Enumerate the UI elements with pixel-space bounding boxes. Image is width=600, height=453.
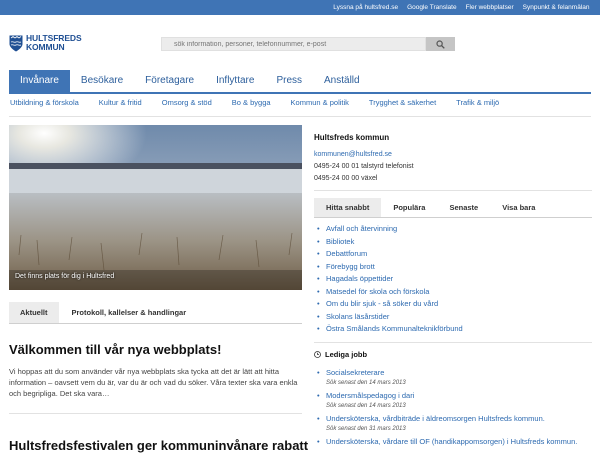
top-link-more-sites[interactable]: Fler webbplatser bbox=[461, 0, 518, 15]
tab-hitta-snabbt[interactable]: Hitta snabbt bbox=[314, 198, 382, 217]
list-item[interactable]: Östra Smålands Kommunalteknikförbund bbox=[314, 323, 592, 336]
job-item[interactable]: Socialsekreterare Sök senast den 14 mars … bbox=[314, 367, 596, 389]
contact-phone-1: 0495-24 00 01 talstyrd telefonist bbox=[314, 163, 414, 170]
job-name[interactable]: Undersköterska, vårdbiträde i äldreomsor… bbox=[326, 414, 545, 423]
logo[interactable]: HULTSFREDS KOMMUN bbox=[9, 34, 82, 52]
job-name[interactable]: Undersköterska, vårdare till OF (handika… bbox=[326, 437, 577, 446]
job-deadline: Sök senast den 14 mars 2013 bbox=[326, 380, 406, 386]
top-bar: Lyssna på hultsfred.se Google Translate … bbox=[0, 0, 600, 15]
nav-inflyttare[interactable]: Inflyttare bbox=[205, 70, 265, 92]
subnav-kommun[interactable]: Kommun & politik bbox=[291, 97, 349, 109]
list-item[interactable]: Debattforum bbox=[314, 248, 592, 261]
jobs-heading: Lediga jobb bbox=[314, 350, 367, 359]
top-link-feedback[interactable]: Synpunkt & felanmälan bbox=[518, 0, 594, 15]
job-deadline: Sök senast den 14 mars 2013 bbox=[326, 403, 406, 409]
search-input[interactable] bbox=[161, 37, 426, 51]
top-link-translate[interactable]: Google Translate bbox=[403, 0, 462, 15]
news-title-2[interactable]: Hultsfredsfestivalen ger kommuninvånare … bbox=[9, 438, 308, 453]
subnav-trygghet[interactable]: Trygghet & säkerhet bbox=[369, 97, 436, 109]
subnav-omsorg[interactable]: Omsorg & stöd bbox=[162, 97, 212, 109]
quick-tabs: Hitta snabbt Populära Senaste Visa bara bbox=[314, 198, 592, 218]
jobs-title: Lediga jobb bbox=[325, 350, 368, 359]
job-name[interactable]: Modersmålspedagog i dari bbox=[326, 391, 414, 400]
list-item[interactable]: Hagadals öppettider bbox=[314, 273, 592, 286]
top-links: Lyssna på hultsfred.se Google Translate … bbox=[329, 0, 594, 15]
subnav-bo[interactable]: Bo & bygga bbox=[232, 97, 271, 109]
clock-icon bbox=[314, 351, 321, 358]
news-title-1[interactable]: Välkommen till vår nya webbplats! bbox=[9, 342, 221, 357]
nav-invanare[interactable]: Invånare bbox=[9, 70, 70, 92]
subnav-utbildning[interactable]: Utbildning & förskola bbox=[10, 97, 79, 109]
search-icon bbox=[436, 39, 445, 49]
list-item[interactable]: Skolans läsårstider bbox=[314, 311, 592, 324]
nav-foretagare[interactable]: Företagare bbox=[134, 70, 205, 92]
job-name[interactable]: Socialsekreterare bbox=[326, 368, 384, 377]
quick-links: Avfall och återvinning Bibliotek Debattf… bbox=[314, 223, 592, 336]
list-item[interactable]: Om du blir sjuk - så söker du vård bbox=[314, 298, 592, 311]
tab-protokoll[interactable]: Protokoll, kallelser & handlingar bbox=[59, 302, 198, 323]
list-item[interactable]: Avfall och återvinning bbox=[314, 223, 592, 236]
quick-divider bbox=[314, 342, 592, 343]
contact-phone-2: 0495-24 00 00 växel bbox=[314, 175, 378, 182]
job-deadline: Sök senast den 31 mars 2013 bbox=[326, 426, 406, 432]
top-link-listen[interactable]: Lyssna på hultsfred.se bbox=[329, 0, 403, 15]
tab-aktuellt[interactable]: Aktuellt bbox=[9, 302, 59, 323]
subnav-divider bbox=[9, 116, 591, 117]
coat-of-arms-icon bbox=[9, 35, 23, 51]
list-item[interactable]: Matsedel för skola och förskola bbox=[314, 286, 592, 299]
main-nav: Invånare Besökare Företagare Inflyttare … bbox=[9, 70, 371, 92]
list-item[interactable]: Bibliotek bbox=[314, 236, 592, 249]
tab-visa-bara[interactable]: Visa bara bbox=[490, 198, 547, 217]
jobs-list: Socialsekreterare Sök senast den 14 mars … bbox=[314, 367, 596, 447]
subnav-trafik[interactable]: Trafik & miljö bbox=[456, 97, 499, 109]
news-text-1: Vi hoppas att du som använder vår nya we… bbox=[9, 367, 298, 398]
hero-caption: Det finns plats för dig i Hultsfred bbox=[15, 273, 115, 280]
search-button[interactable] bbox=[426, 37, 455, 51]
contact-divider bbox=[314, 190, 592, 191]
news-divider bbox=[9, 413, 302, 414]
job-item[interactable]: Undersköterska, vårdbiträde i äldreomsor… bbox=[314, 413, 596, 435]
logo-line-2: KOMMUN bbox=[26, 42, 65, 52]
sub-nav: Utbildning & förskola Kultur & fritid Om… bbox=[10, 97, 519, 109]
nav-besokare[interactable]: Besökare bbox=[70, 70, 134, 92]
nav-anstalld[interactable]: Anställd bbox=[313, 70, 371, 92]
contact-email[interactable]: kommunen@hultsfred.se bbox=[314, 151, 594, 158]
hero-image[interactable]: Det finns plats för dig i Hultsfred bbox=[9, 125, 302, 290]
subnav-kultur[interactable]: Kultur & fritid bbox=[99, 97, 142, 109]
list-item[interactable]: Förebygg brott bbox=[314, 261, 592, 274]
news-tabs: Aktuellt Protokoll, kallelser & handling… bbox=[9, 302, 302, 324]
contact-title: Hultsfreds kommun bbox=[314, 133, 390, 142]
job-item[interactable]: Modersmålspedagog i dari Sök senast den 1… bbox=[314, 390, 596, 412]
nav-press[interactable]: Press bbox=[265, 70, 313, 92]
job-item[interactable]: Undersköterska, vårdare till OF (handika… bbox=[314, 436, 596, 447]
tab-senaste[interactable]: Senaste bbox=[437, 198, 490, 217]
tab-populara[interactable]: Populära bbox=[381, 198, 437, 217]
nav-divider bbox=[9, 92, 591, 94]
